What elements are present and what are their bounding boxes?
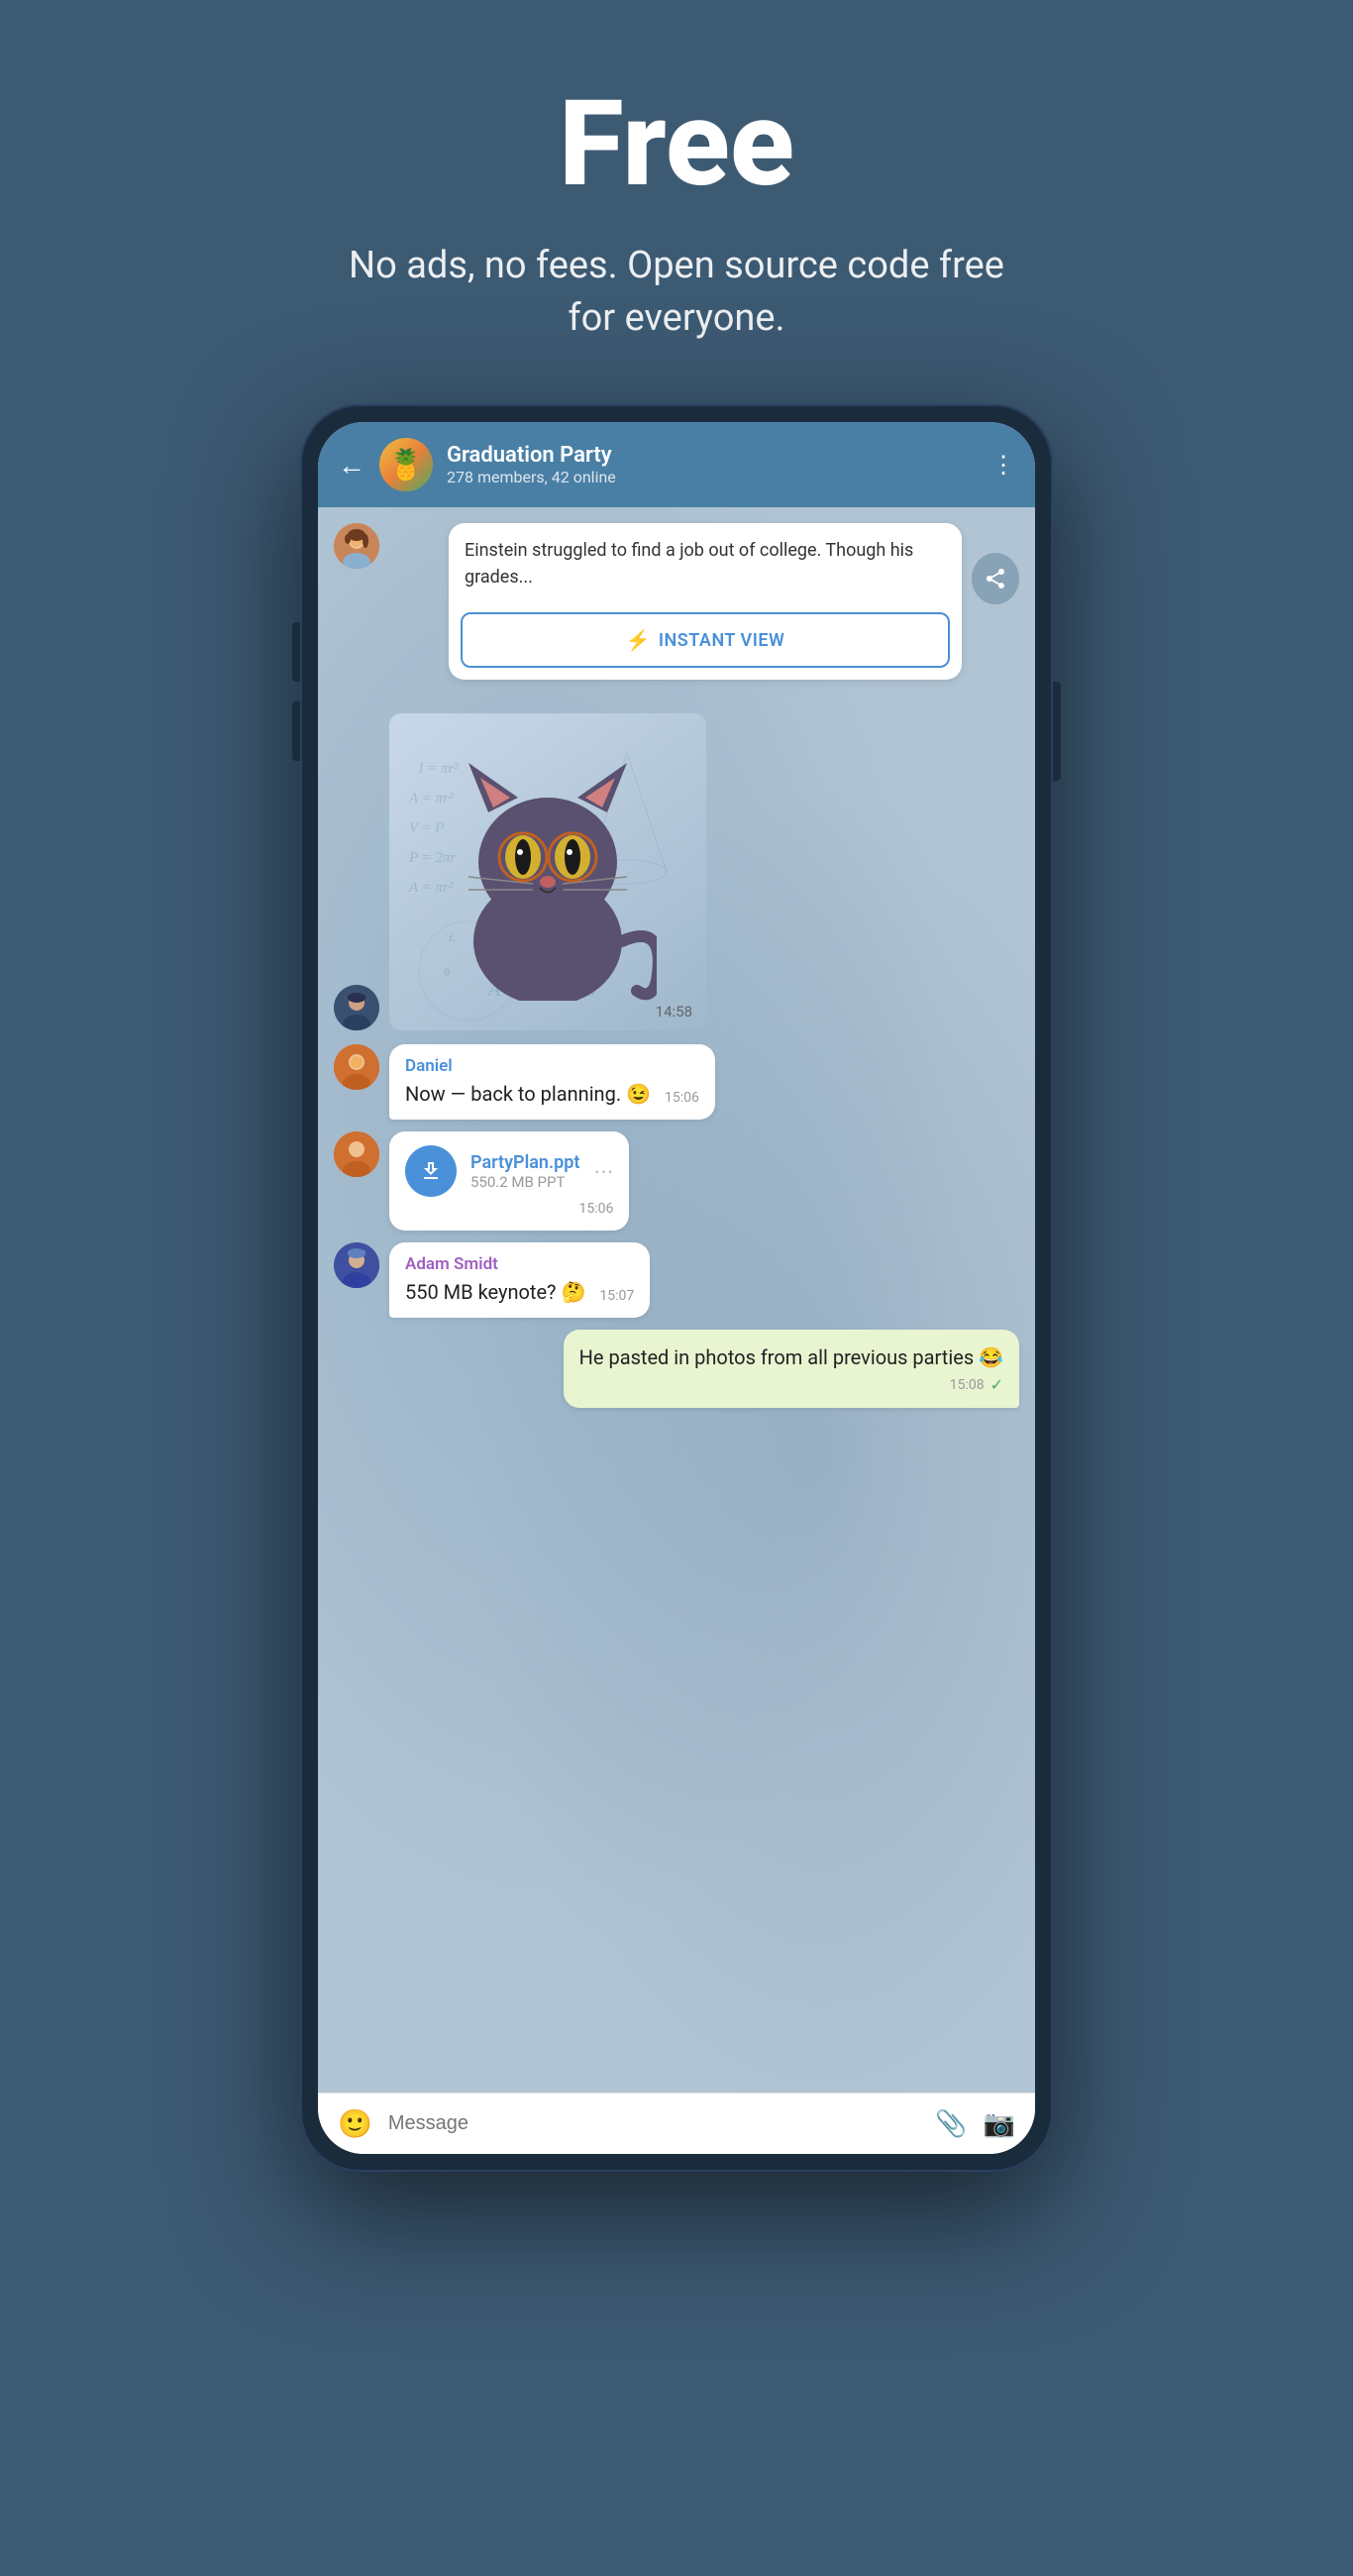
daniel-text-message: Daniel Now — back to planning. 😉 15:06 <box>334 1044 1019 1120</box>
adam-message-time: 15:07 <box>591 1287 634 1307</box>
file-time: 15:06 <box>405 1201 613 1217</box>
file-size: 550.2 MB PPT <box>470 1173 579 1191</box>
back-button[interactable]: ← <box>338 449 365 482</box>
group-status: 278 members, 42 online <box>447 468 978 486</box>
phone-screen: ← 🍍 Graduation Party 278 members, 42 onl… <box>318 422 1035 2154</box>
file-row: PartyPlan.ppt 550.2 MB PPT ⋯ <box>405 1145 613 1197</box>
power-button[interactable] <box>1053 682 1061 781</box>
instant-view-button[interactable]: ⚡ INSTANT VIEW <box>461 612 950 668</box>
hero-section: Free No ads, no fees. Open source code f… <box>290 0 1063 404</box>
article-text: Einstein struggled to find a job out of … <box>449 523 962 604</box>
group-avatar: 🍍 <box>379 438 433 491</box>
own-time-row: 15:08 ✓ <box>579 1375 1003 1394</box>
file-name: PartyPlan.ppt <box>470 1152 579 1173</box>
own-message-bubble: He pasted in photos from all previous pa… <box>564 1330 1019 1408</box>
attachment-button[interactable]: 📎 <box>935 2109 967 2139</box>
chat-header: ← 🍍 Graduation Party 278 members, 42 onl… <box>318 422 1035 507</box>
file-download-button[interactable] <box>405 1145 457 1197</box>
phone-frame: ← 🍍 Graduation Party 278 members, 42 onl… <box>300 404 1053 2172</box>
adam-sender-name: Adam Smidt <box>405 1254 634 1274</box>
file-info: PartyPlan.ppt 550.2 MB PPT <box>470 1152 579 1191</box>
sticker-image: l = πr² A = πr² V = l³ P = 2πr A = πr² <box>389 713 706 1030</box>
daniel-text-bubble: Daniel Now — back to planning. 😉 15:06 <box>389 1044 715 1120</box>
own-message-time: 15:08 <box>950 1377 985 1393</box>
own-message-row: He pasted in photos from all previous pa… <box>334 1330 1019 1408</box>
article-message: Einstein struggled to find a job out of … <box>449 523 962 680</box>
emoji-button[interactable]: 🙂 <box>338 2107 372 2140</box>
file-message-row: PartyPlan.ppt 550.2 MB PPT ⋯ 15:06 <box>334 1131 1019 1231</box>
adam-avatar <box>334 1242 379 1288</box>
hero-title: Free <box>330 79 1023 210</box>
volume-up-button[interactable] <box>292 622 300 682</box>
chat-body: Einstein struggled to find a job out of … <box>318 507 1035 2093</box>
header-info: Graduation Party 278 members, 42 online <box>447 443 978 486</box>
lightning-icon: ⚡ <box>625 628 650 652</box>
sticker-sender-avatar <box>334 985 379 1030</box>
camera-button[interactable]: 📷 <box>984 2109 1015 2139</box>
sticker-message-row: l = πr² A = πr² V = l³ P = 2πr A = πr² <box>334 713 1019 1030</box>
daniel-message-text: Now — back to planning. 😉 15:06 <box>405 1080 699 1108</box>
message-input[interactable] <box>388 2112 919 2135</box>
volume-down-button[interactable] <box>292 701 300 761</box>
header-menu-button[interactable]: ⋮ <box>991 451 1015 479</box>
daniel-avatar <box>334 1044 379 1090</box>
file-menu-button[interactable]: ⋯ <box>593 1159 613 1183</box>
daniel-sender-name: Daniel <box>405 1056 699 1076</box>
sticker-time: 14:58 <box>656 1003 692 1020</box>
own-message-text: He pasted in photos from all previous pa… <box>579 1343 1003 1371</box>
sender-avatar-girl <box>334 523 379 569</box>
message-input-bar: 🙂 📎 📷 <box>318 2093 1035 2154</box>
sticker-container: l = πr² A = πr² V = l³ P = 2πr A = πr² <box>389 713 706 1030</box>
adam-text-content: 550 MB keynote? 🤔 <box>405 1278 585 1306</box>
phone-wrapper: ← 🍍 Graduation Party 278 members, 42 onl… <box>300 404 1053 2251</box>
adam-text-bubble: Adam Smidt 550 MB keynote? 🤔 15:07 <box>389 1242 650 1318</box>
daniel-text-content: Now — back to planning. 😉 <box>405 1080 651 1108</box>
adam-message-text: 550 MB keynote? 🤔 15:07 <box>405 1278 634 1306</box>
file-message-bubble: PartyPlan.ppt 550.2 MB PPT ⋯ 15:06 <box>389 1131 629 1231</box>
group-name: Graduation Party <box>447 443 978 468</box>
article-message-row: Einstein struggled to find a job out of … <box>334 523 1019 694</box>
hero-subtitle: No ads, no fees. Open source code free f… <box>330 240 1023 345</box>
adam-text-message: Adam Smidt 550 MB keynote? 🤔 15:07 <box>334 1242 1019 1318</box>
daniel-message-time: 15:06 <box>657 1089 699 1109</box>
instant-view-label: INSTANT VIEW <box>659 630 785 651</box>
message-read-checkmark: ✓ <box>990 1375 1003 1394</box>
file-sender-avatar <box>334 1131 379 1177</box>
share-button[interactable] <box>972 553 1019 604</box>
